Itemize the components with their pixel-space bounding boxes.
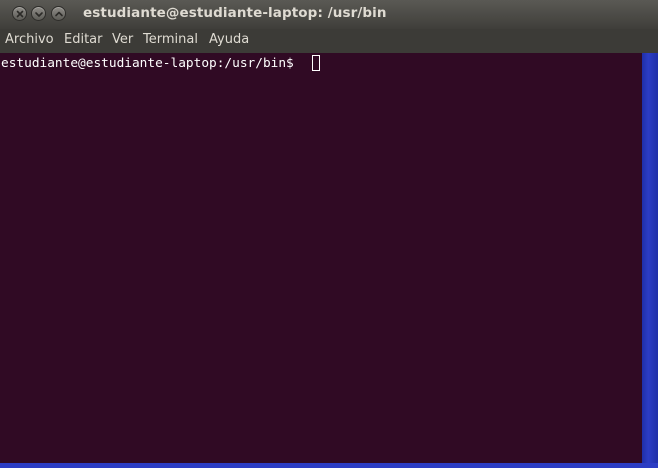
shell-prompt: estudiante@estudiante-laptop:/usr/bin$ — [1, 56, 302, 71]
title-bar[interactable]: estudiante@estudiante-laptop: /usr/bin — [0, 0, 658, 29]
text-cursor — [312, 55, 320, 71]
window-bottom-border — [0, 463, 658, 468]
terminal-area[interactable]: estudiante@estudiante-laptop:/usr/bin$ — [0, 53, 642, 463]
close-button[interactable] — [12, 6, 27, 21]
minimize-button[interactable] — [31, 6, 46, 21]
close-icon — [16, 10, 24, 18]
menu-bar: Archivo Editar Ver Terminal Ayuda — [0, 29, 658, 53]
maximize-button[interactable] — [51, 6, 66, 21]
vertical-scrollbar[interactable] — [642, 53, 658, 463]
menu-ver[interactable]: Ver — [112, 32, 133, 47]
menu-ayuda[interactable]: Ayuda — [209, 32, 249, 47]
menu-archivo[interactable]: Archivo — [5, 32, 54, 47]
menu-editar[interactable]: Editar — [64, 32, 103, 47]
terminal-window: estudiante@estudiante-laptop: /usr/bin A… — [0, 0, 658, 468]
maximize-icon — [55, 11, 63, 17]
minimize-icon — [35, 12, 43, 17]
window-title: estudiante@estudiante-laptop: /usr/bin — [83, 5, 387, 21]
menu-terminal[interactable]: Terminal — [143, 32, 198, 47]
